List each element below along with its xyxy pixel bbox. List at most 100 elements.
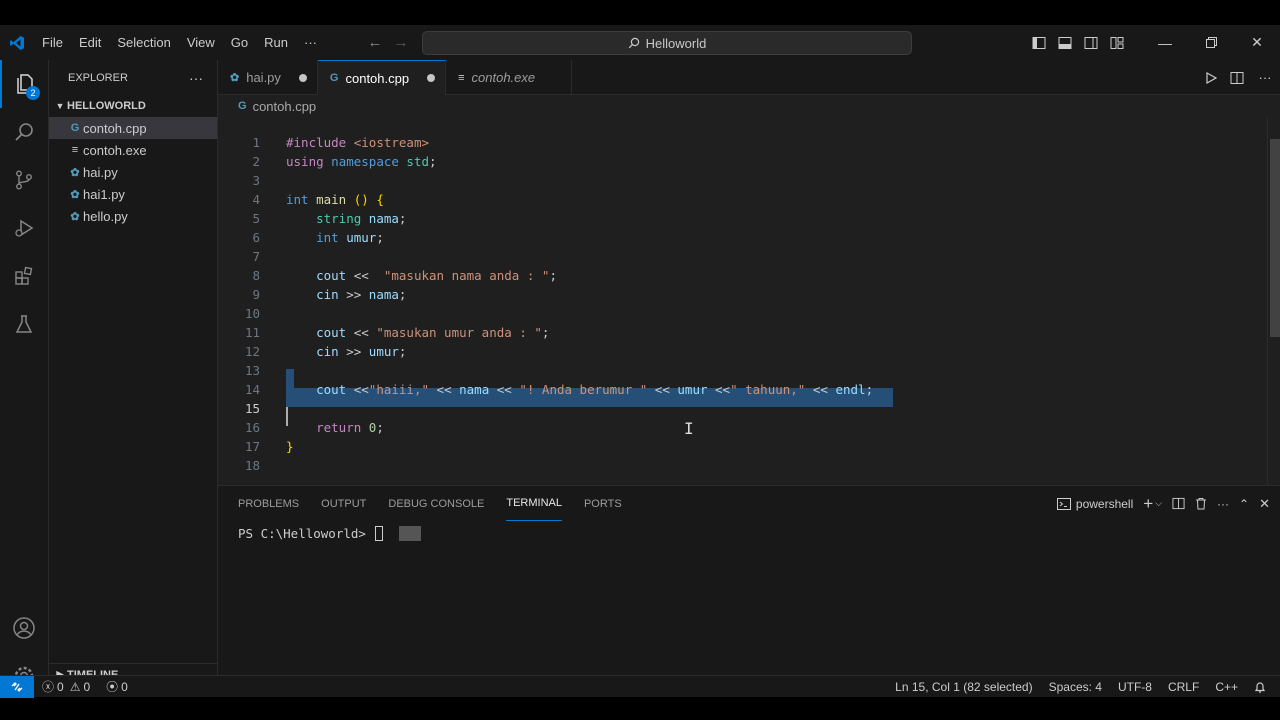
editor-tab[interactable]: ✿ hai.py: [218, 60, 318, 95]
sidebar-title: EXPLORER: [68, 71, 128, 84]
menu-item[interactable]: Go: [223, 25, 256, 60]
more-actions-icon[interactable]: ···: [189, 70, 203, 86]
panel-tab[interactable]: DEBUG CONSOLE: [388, 486, 484, 521]
terminal-output[interactable]: PS C:\Helloworld>: [238, 526, 422, 541]
toggle-panel-icon[interactable]: [1052, 25, 1078, 60]
notifications-bell-icon[interactable]: [1246, 681, 1280, 694]
close-icon[interactable]: ✕: [1234, 25, 1280, 60]
cpp-file-icon: G: [329, 72, 339, 84]
file-item[interactable]: ✿ hello.py: [49, 205, 217, 227]
new-terminal-icon[interactable]: +: [1143, 486, 1153, 521]
menu-item[interactable]: Edit: [71, 25, 109, 60]
encoding[interactable]: UTF-8: [1110, 680, 1160, 694]
python-file-icon: ✿: [70, 166, 80, 179]
folder-name: HELLOWORLD: [67, 100, 146, 112]
toggle-primary-sidebar-icon[interactable]: [1026, 25, 1052, 60]
close-panel-icon[interactable]: ✕: [1259, 486, 1270, 521]
indentation[interactable]: Spaces: 4: [1041, 680, 1110, 694]
code-line: 12 cin >> umur;: [244, 344, 407, 359]
code-line: 1 #include <iostream>: [252, 135, 430, 150]
code-line: 7: [252, 249, 260, 264]
terminal-icon: [1056, 497, 1071, 510]
code-line: 9 cin >> nama;: [252, 287, 407, 302]
editor-tabs: ✿ hai.py Gcontoh.cpp ≡ contoh.exe ···: [218, 60, 1280, 95]
code-line: 10: [244, 306, 260, 321]
file-item[interactable]: ✿ hai.py: [49, 161, 217, 183]
split-terminal-icon[interactable]: [1172, 486, 1185, 521]
run-debug-icon[interactable]: [0, 204, 48, 252]
chevron-down-icon: ▼: [55, 101, 65, 111]
menu-item[interactable]: Run: [256, 25, 296, 60]
minimize-icon[interactable]: —: [1142, 25, 1188, 60]
error-icon: ⓧ: [42, 680, 55, 694]
menu-item[interactable]: File: [34, 25, 71, 60]
panel-tab[interactable]: OUTPUT: [321, 486, 366, 521]
editor-scrollbar[interactable]: [1267, 117, 1280, 485]
panel-tab[interactable]: PORTS: [584, 486, 622, 521]
code-line: 18: [244, 458, 260, 473]
code-line: 17 }: [244, 439, 294, 454]
file-item[interactable]: ≡ contoh.exe: [49, 139, 217, 161]
language-mode[interactable]: C++: [1207, 680, 1246, 694]
explorer-sidebar: EXPLORER ··· ▼ HELLOWORLD Gcontoh.cpp ≡ co…: [49, 60, 218, 685]
source-control-icon[interactable]: [0, 156, 48, 204]
file-item[interactable]: Gcontoh.cpp: [49, 117, 217, 139]
editor-tab[interactable]: Gcontoh.cpp: [317, 60, 447, 95]
activity-bar: 2 1: [0, 60, 49, 692]
go-back-icon[interactable]: ←: [362, 34, 388, 51]
code-line: 8 cout << "masukan nama anda : ";: [252, 268, 557, 283]
terminal-block: [399, 526, 422, 541]
testing-icon[interactable]: [0, 300, 48, 348]
chevron-down-icon[interactable]: ⌵: [1155, 486, 1162, 521]
ports-indicator[interactable]: ⦿ 0: [98, 678, 136, 695]
unsaved-dot-icon[interactable]: [427, 74, 436, 82]
tab-label: hai.py: [246, 70, 281, 85]
menu-item[interactable]: Selection: [109, 25, 178, 60]
panel-tab[interactable]: TERMINAL: [506, 486, 562, 521]
broadcast-icon: ⦿: [106, 680, 119, 694]
unsaved-dot-icon[interactable]: [298, 73, 307, 82]
title-bar: File Edit Selection View Go Run ··· ← → Hellow…: [0, 25, 1280, 60]
split-editor-icon[interactable]: [1224, 71, 1250, 85]
go-forward-icon[interactable]: →: [388, 34, 414, 51]
cpp-file-icon: G: [70, 122, 80, 134]
file-name: contoh.cpp: [83, 120, 147, 136]
maximize-panel-icon[interactable]: ⌃: [1239, 486, 1249, 521]
menu-item[interactable]: ···: [296, 25, 325, 60]
explorer-icon[interactable]: 2: [0, 60, 48, 108]
scrollbar-thumb[interactable]: [1270, 139, 1280, 337]
more-actions-icon[interactable]: ···: [1217, 486, 1229, 521]
cursor-position[interactable]: Ln 15, Col 1 (82 selected): [887, 680, 1040, 694]
workspace-folder[interactable]: ▼ HELLOWORLD: [49, 95, 217, 117]
code-line: 14 cout <<"haiii," << nama << "! Anda be…: [244, 382, 874, 397]
file-name: hello.py: [83, 208, 128, 224]
file-name: hai1.py: [83, 186, 125, 202]
restore-icon[interactable]: [1188, 25, 1234, 60]
python-file-icon: ✿: [70, 188, 80, 201]
tab-label: contoh.exe: [471, 70, 536, 85]
remote-indicator-icon[interactable]: [0, 675, 34, 698]
search-icon[interactable]: [0, 108, 48, 156]
customize-layout-icon[interactable]: [1104, 25, 1130, 60]
bottom-panel: PROBLEMS OUTPUT DEBUG CONSOLE TERMINAL PORTS…: [218, 485, 1280, 686]
file-item[interactable]: ✿ hai1.py: [49, 183, 217, 205]
panel-tab[interactable]: PROBLEMS: [238, 486, 299, 521]
vscode-logo-icon: [0, 25, 34, 60]
extensions-icon[interactable]: [0, 252, 48, 300]
menu-item[interactable]: View: [179, 25, 223, 60]
breadcrumb[interactable]: G contoh.cpp: [218, 95, 316, 117]
toggle-secondary-sidebar-icon[interactable]: [1078, 25, 1104, 60]
line-ending[interactable]: CRLF: [1160, 680, 1207, 694]
editor-tab[interactable]: ≡ contoh.exe: [446, 60, 573, 95]
accounts-icon[interactable]: [0, 604, 48, 652]
run-file-icon[interactable]: [1198, 71, 1224, 84]
problems-indicator[interactable]: ⓧ 0 ⚠ 0: [34, 678, 98, 695]
code-editor[interactable]: 1 #include <iostream> 2 using namespace …: [218, 117, 1280, 485]
trash-icon[interactable]: [1195, 486, 1207, 521]
command-center[interactable]: Helloworld: [422, 31, 912, 55]
terminal-shell-selector[interactable]: powershell: [1056, 486, 1133, 521]
warning-count: 0: [83, 679, 91, 694]
status-bar: ⓧ 0 ⚠ 0 ⦿ 0 Ln 15, Col 1 (82 selected) Spac…: [0, 675, 1280, 698]
code-line: 13: [244, 363, 260, 378]
more-actions-icon[interactable]: ···: [1250, 70, 1280, 85]
